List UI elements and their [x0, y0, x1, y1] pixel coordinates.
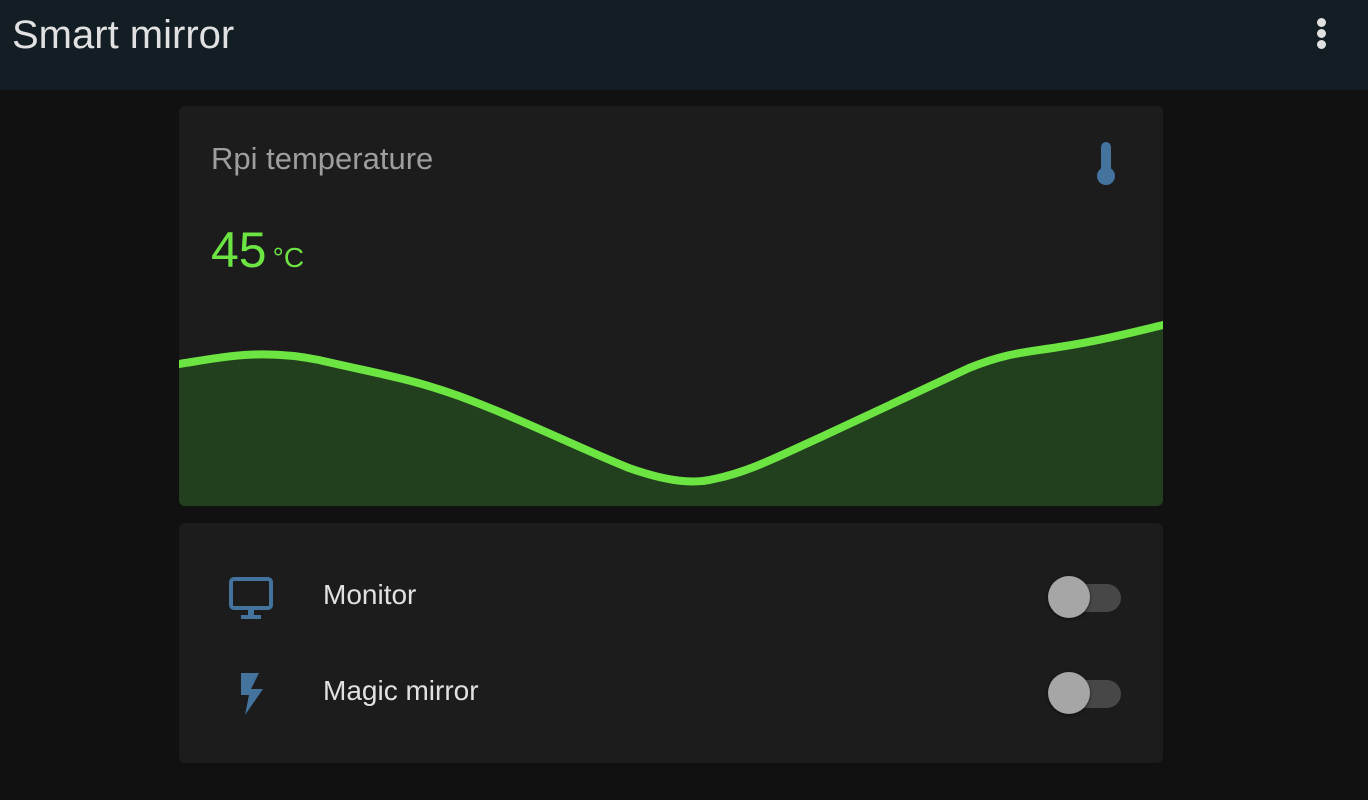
entities-card: Monitor Magic mirror: [179, 523, 1163, 763]
magic-mirror-toggle[interactable]: [1047, 671, 1123, 715]
thermometer-icon: [1090, 140, 1122, 186]
entity-row-monitor[interactable]: Monitor: [179, 565, 1163, 625]
overflow-menu-button[interactable]: [1298, 10, 1346, 58]
sensor-value: 45: [211, 222, 267, 278]
sensor-card[interactable]: Rpi temperature 45 °C: [179, 106, 1163, 506]
monitor-icon: [227, 573, 275, 621]
sensor-name: Rpi temperature: [211, 141, 434, 176]
sensor-state: 45 °C: [211, 220, 304, 293]
monitor-toggle[interactable]: [1047, 575, 1123, 619]
entity-label-magic-mirror: Magic mirror: [323, 675, 479, 706]
entity-row-magic-mirror[interactable]: Magic mirror: [179, 661, 1163, 721]
entity-label-monitor: Monitor: [323, 579, 417, 610]
app-header: Smart mirror: [0, 0, 1368, 90]
app-title: Smart mirror: [12, 13, 235, 57]
sensor-unit: °C: [272, 242, 305, 273]
flash-icon: [227, 669, 275, 717]
